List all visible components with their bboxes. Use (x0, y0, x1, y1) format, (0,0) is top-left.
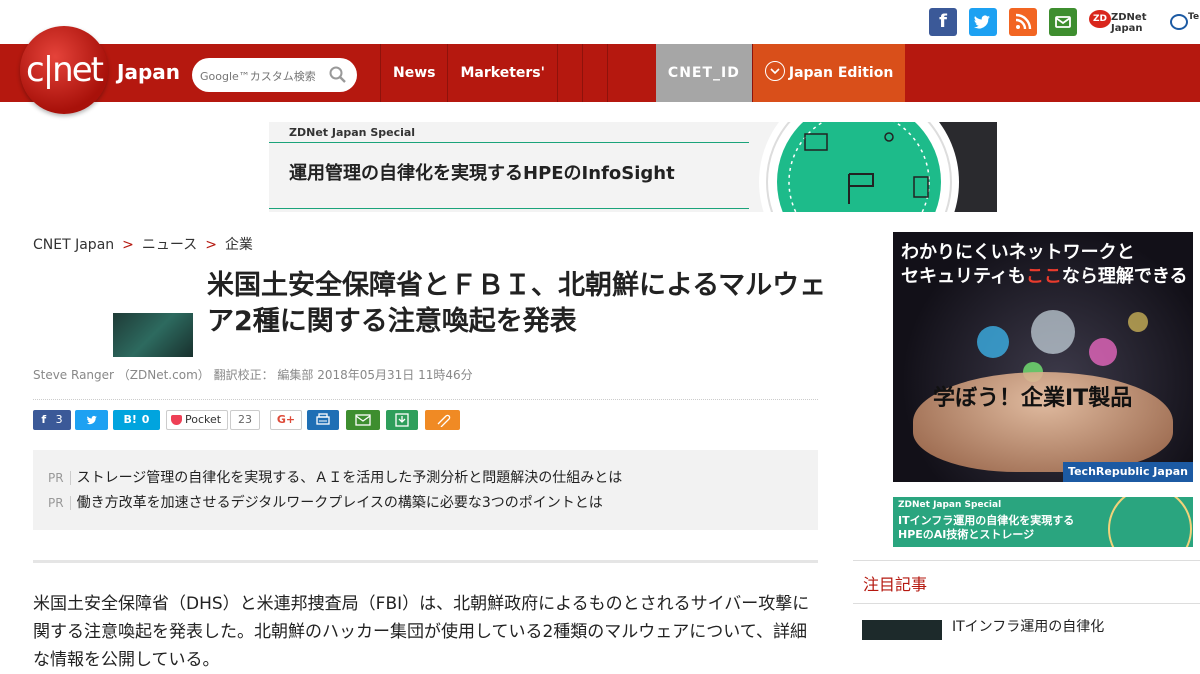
facebook-icon: f (41, 413, 47, 426)
pr-tag: PR (48, 496, 71, 510)
side-ad-graphic (1108, 497, 1192, 547)
japan-edition-button[interactable]: Japan Edition (751, 44, 906, 102)
article-byline: Steve Ranger （ZDNet.com） 翻訳校正： 編集部 2018年… (33, 368, 473, 382)
zdnet-special-banner[interactable]: ZDNet Japan Special 運用管理の自律化を実現するHPEのInf… (269, 122, 997, 212)
pr-tag: PR (48, 471, 71, 485)
sidebar-article-link[interactable]: ITインフラ運用の自律化 (952, 616, 1104, 636)
zdnet-japan-link[interactable]: ZD ZDNet Japan (1089, 8, 1161, 34)
techrepublic-ad[interactable]: わかりにくいネットワークと セキュリティもここなら理解できる 学ぼう！企業IT製… (893, 232, 1193, 482)
banner-rule (269, 142, 749, 143)
banner-rule (269, 208, 749, 209)
pocket-icon (171, 415, 182, 425)
mail-icon[interactable] (1049, 8, 1077, 36)
twitter-icon (86, 415, 97, 425)
breadcrumb-news[interactable]: ニュース (142, 237, 197, 253)
breadcrumb-home[interactable]: CNET Japan (33, 237, 114, 253)
banner-label: ZDNet Japan Special (289, 126, 416, 139)
zdnet-logo-icon: ZD (1089, 10, 1111, 28)
top-social-bar: f ZD ZDNet Japan Te (0, 0, 1200, 44)
japan-edition-label: Japan Edition (788, 65, 894, 81)
facebook-icon[interactable]: f (929, 8, 957, 36)
nav-empty-slot[interactable] (581, 44, 607, 102)
nav-marketers[interactable]: Marketers' (447, 44, 556, 102)
save-download-icon[interactable] (386, 410, 418, 430)
side-ad-label: ZDNet Japan Special (898, 500, 1002, 510)
ad-headline-post: なら理解できる (1061, 266, 1188, 287)
pocket-count: 23 (230, 410, 260, 430)
print-icon[interactable] (307, 410, 339, 430)
article-thumbnail[interactable] (113, 313, 193, 357)
breadcrumb: CNET Japan > ニュース > 企業 (33, 234, 253, 254)
clip-icon[interactable] (425, 410, 460, 430)
sidebar-article-thumbnail[interactable] (862, 620, 942, 640)
techrepublic-logo-icon (1170, 14, 1188, 30)
sidebar-section-header: 注目記事 (853, 560, 1200, 604)
zdnet-label: ZDNet Japan (1111, 12, 1147, 34)
breadcrumb-enterprise[interactable]: 企業 (225, 237, 253, 253)
main-nav: News Marketers' CNET_ID Japan Edition (380, 44, 906, 102)
search-box[interactable] (192, 58, 357, 92)
pocket-button[interactable]: Pocket (166, 410, 228, 430)
nav-empty-slot[interactable] (606, 44, 656, 102)
cnet-id-button[interactable]: CNET_ID (655, 44, 752, 102)
pr-link-text: 働き方改革を加速させるデジタルワークプレイスの構築に必要な3つのポイントとは (76, 495, 603, 511)
logo-japan-text: Japan (117, 60, 180, 84)
zdnet-special-side-ad[interactable]: ZDNet Japan Special ITインフラ運用の自律化を実現する HPE… (893, 497, 1193, 547)
ad-headline-line2: セキュリティもここなら理解できる (901, 262, 1188, 288)
sidebar-section-title: 注目記事 (863, 575, 928, 594)
mail-share-icon[interactable] (346, 410, 380, 430)
nav-empty-slot[interactable] (556, 44, 582, 102)
ad-headline-pre: セキュリティも (901, 266, 1026, 287)
byline-divider (33, 399, 818, 400)
main-header: Japan News Marketers' CNET_ID Japan Edit… (0, 44, 1200, 102)
side-ad-line1: ITインフラ運用の自律化を実現する (898, 514, 1075, 527)
side-ad-line2: HPEのAI技術とストレージ (898, 528, 1035, 541)
pr-link-text: ストレージ管理の自律化を実現する、ＡＩを活用した予測分析と問題解決の仕組みとは (76, 470, 623, 486)
article-body: 米国土安全保障省（DHS）と米連邦捜査局（FBI）は、北朝鮮政府によるものとされ… (33, 594, 810, 670)
pr-box: PR ストレージ管理の自律化を実現する、ＡＩを活用した予測分析と問題解決の仕組みと… (33, 450, 818, 530)
ad-cta-text: 学ぼう！企業IT製品 (933, 386, 1133, 411)
ad-headline-line1: わかりにくいネットワークと (901, 242, 1135, 263)
side-ad-text: ITインフラ運用の自律化を実現する HPEのAI技術とストレージ (898, 514, 1074, 542)
chevron-down-circle-icon (764, 61, 785, 81)
techrepublic-label: Te (1188, 12, 1200, 22)
article-title: 米国土安全保障省とＦＢＩ、北朝鮮によるマルウェア2種に関する注意喚起を発表 (207, 270, 827, 337)
facebook-share-count: 3 (55, 413, 63, 426)
ad-footer-label: TechRepublic Japan (1063, 462, 1193, 482)
search-icon[interactable] (329, 66, 347, 84)
pr-link[interactable]: PR 働き方改革を加速させるデジタルワークプレイスの構築に必要な3つのポイントとは (48, 492, 603, 512)
section-divider (33, 560, 818, 563)
cnet-logo[interactable]: c|net (20, 26, 108, 114)
banner-graphic (759, 122, 997, 212)
ad-headline-highlight: ここ (1025, 266, 1062, 287)
pr-link[interactable]: PR ストレージ管理の自律化を実現する、ＡＩを活用した予測分析と問題解決の仕組みと… (48, 467, 622, 487)
facebook-share-button[interactable]: f 3 (33, 410, 71, 430)
twitter-icon[interactable] (969, 8, 997, 36)
hatena-icon: B! (123, 413, 137, 426)
rss-icon[interactable] (1009, 8, 1037, 36)
hatena-bookmark-button[interactable]: B! 0 (113, 410, 160, 430)
hatena-count: 0 (141, 413, 150, 426)
nav-news[interactable]: News (380, 44, 447, 102)
pocket-label: Pocket (185, 413, 222, 426)
search-input[interactable] (198, 65, 332, 87)
breadcrumb-separator: > (205, 237, 217, 253)
techrepublic-link[interactable]: Te (1168, 8, 1200, 34)
banner-text: 運用管理の自律化を実現するHPEのInfoSight (289, 163, 675, 184)
twitter-share-button[interactable] (75, 410, 108, 430)
breadcrumb-separator: > (122, 237, 134, 253)
google-plus-icon[interactable]: G+ (270, 410, 302, 430)
